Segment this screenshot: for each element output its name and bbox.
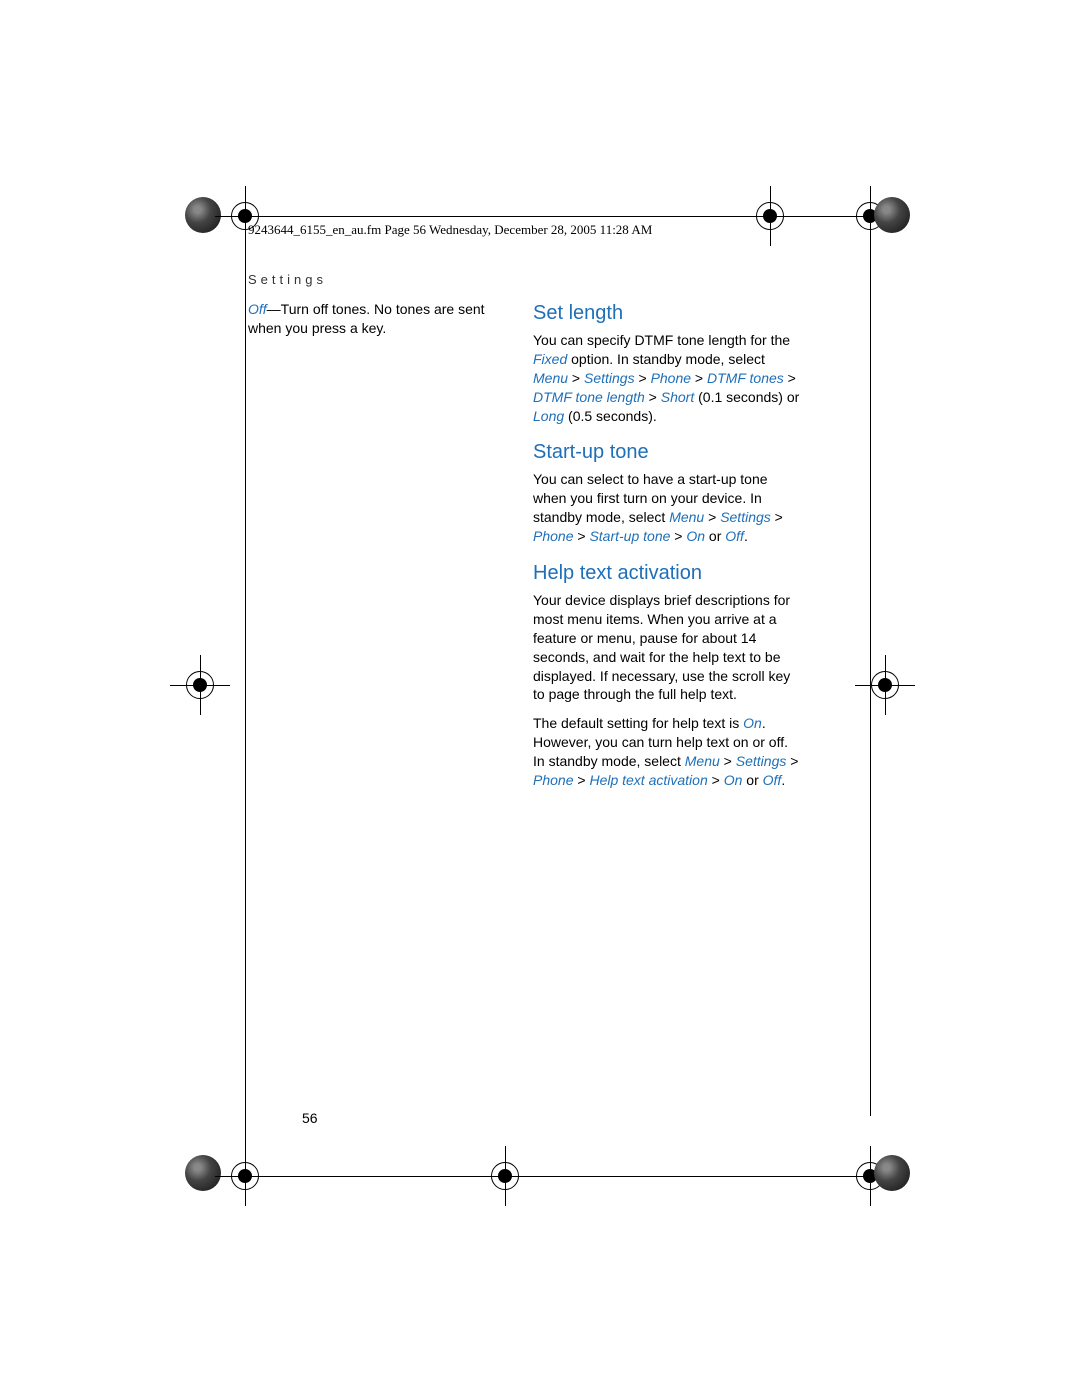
crop-line [245,1115,246,1148]
crop-sphere [874,1155,910,1191]
body-text: You can specify DTMF tone length for the… [533,331,803,425]
menu-path: DTMF tone length [533,389,645,405]
body-text: The default setting for help text is On.… [533,714,803,790]
menu-path: Off [763,772,782,788]
heading-startup-tone: Start-up tone [533,439,803,466]
crop-mark [170,655,230,715]
menu-path: Menu [685,753,720,769]
menu-path: Menu [669,509,704,525]
body-text: —Turn off tones. No tones are sent when … [248,301,485,336]
menu-term: Off [248,301,267,317]
menu-path: Phone [533,772,573,788]
crop-line [245,246,246,1116]
body-text: Off—Turn off tones. No tones are sent wh… [248,300,503,338]
heading-set-length: Set length [533,300,803,327]
menu-path: On [686,528,705,544]
menu-path: Short [661,389,694,405]
menu-path: Menu [533,370,568,386]
menu-path: DTMF tones [707,370,784,386]
menu-path: Settings [720,509,771,525]
menu-path: On [724,772,743,788]
menu-path: Long [533,408,564,424]
section-label: Settings [248,272,327,287]
menu-path: Start-up tone [589,528,670,544]
menu-path: Settings [584,370,635,386]
crop-sphere [874,197,910,233]
menu-term: Fixed [533,351,567,367]
crop-mark [215,1146,275,1206]
content-area: Off—Turn off tones. No tones are sent wh… [248,300,808,800]
right-column: Set length You can specify DTMF tone len… [533,300,803,800]
menu-path: Help text activation [589,772,707,788]
crop-line [535,1176,840,1177]
page-number: 56 [302,1110,318,1126]
page-header: 9243644_6155_en_au.fm Page 56 Wednesday,… [248,222,652,238]
menu-path: Off [725,528,744,544]
body-text: You can select to have a start-up tone w… [533,470,803,546]
menu-term: On [743,715,762,731]
menu-path: Settings [736,753,787,769]
menu-path: Phone [651,370,691,386]
crop-mark [475,1146,535,1206]
crop-line [275,1176,475,1177]
crop-line [275,216,740,217]
crop-mark [740,186,800,246]
menu-path: Phone [533,528,573,544]
left-column: Off—Turn off tones. No tones are sent wh… [248,300,503,800]
heading-help-text: Help text activation [533,560,803,587]
body-text: Your device displays brief descriptions … [533,591,803,704]
crop-mark [855,655,915,715]
crop-line [800,216,840,217]
